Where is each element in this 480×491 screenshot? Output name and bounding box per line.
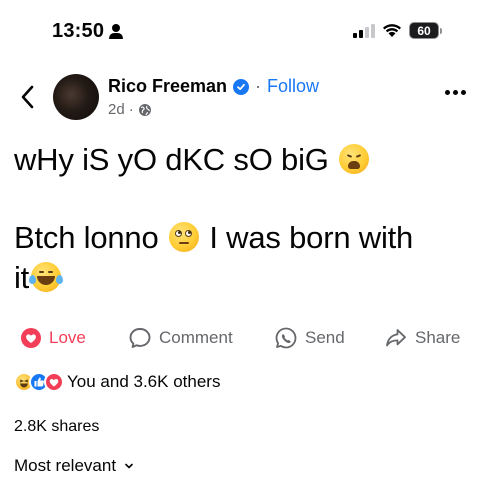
- status-time-wrap: 13:50: [52, 20, 124, 43]
- wifi-icon: [383, 24, 401, 37]
- reaction-icons: [14, 372, 64, 392]
- comment-icon: [129, 328, 151, 348]
- author-row: Rico Freeman · Follow: [108, 76, 319, 97]
- share-button[interactable]: Share: [384, 322, 460, 354]
- verified-icon: [233, 78, 250, 95]
- love-icon: [21, 328, 41, 348]
- tears-of-joy-emoji: [29, 262, 64, 292]
- follow-button[interactable]: Follow: [267, 76, 319, 97]
- battery-icon: 60: [409, 22, 442, 39]
- post-text-1: wHy iS yO dKC sO biG: [14, 142, 329, 177]
- post-text-3: I was born with: [209, 220, 414, 255]
- post-line-2: Btch lonno I was born with: [14, 218, 470, 258]
- author-name[interactable]: Rico Freeman: [108, 76, 227, 97]
- post-body: wHy iS yO dKC sO biG Btch lonno I was bo…: [14, 140, 470, 298]
- post-text-2: Btch lonno: [14, 220, 159, 255]
- post-line-3: it: [14, 258, 470, 298]
- battery-level: 60: [409, 22, 439, 39]
- post-text-4: it: [14, 260, 30, 295]
- meta-separator: ·: [128, 101, 134, 118]
- signal-icon: [353, 23, 375, 38]
- eye-roll-emoji: [168, 222, 199, 252]
- more-icon[interactable]: [445, 90, 466, 95]
- tired-face-emoji: [339, 144, 370, 174]
- globe-icon: [138, 103, 151, 116]
- action-bar: Love Comment Send Share: [0, 322, 480, 354]
- comment-sort-dropdown[interactable]: Most relevant: [14, 456, 134, 476]
- send-button[interactable]: Send: [274, 322, 345, 354]
- chevron-down-icon: [125, 463, 133, 469]
- share-label: Share: [415, 328, 461, 347]
- post-meta: 2d ·: [108, 101, 152, 118]
- reactions-text: You and 3.6K others: [67, 372, 221, 391]
- send-label: Send: [305, 328, 345, 347]
- avatar[interactable]: [53, 74, 99, 120]
- love-reaction-icon: [44, 372, 64, 392]
- back-icon[interactable]: [18, 84, 38, 110]
- post-header: Rico Freeman · Follow 2d ·: [0, 70, 480, 126]
- post-age[interactable]: 2d: [108, 101, 125, 118]
- love-label: Love: [49, 328, 86, 347]
- status-time: 13:50: [52, 20, 105, 42]
- post-gap: [14, 180, 470, 218]
- shares-count[interactable]: 2.8K shares: [14, 418, 99, 436]
- status-icons: 60: [353, 22, 442, 39]
- comment-button[interactable]: Comment: [128, 322, 233, 354]
- sort-label: Most relevant: [14, 456, 117, 475]
- status-bar: 13:50 60: [0, 0, 480, 62]
- love-button[interactable]: Love: [20, 322, 86, 354]
- reactions-summary[interactable]: You and 3.6K others: [14, 372, 220, 392]
- share-icon: [386, 329, 406, 347]
- send-icon: [275, 327, 297, 349]
- comment-label: Comment: [159, 328, 233, 347]
- separator-dot: ·: [255, 76, 262, 96]
- post-line-1: wHy iS yO dKC sO biG: [14, 140, 470, 180]
- person-icon: [109, 23, 124, 40]
